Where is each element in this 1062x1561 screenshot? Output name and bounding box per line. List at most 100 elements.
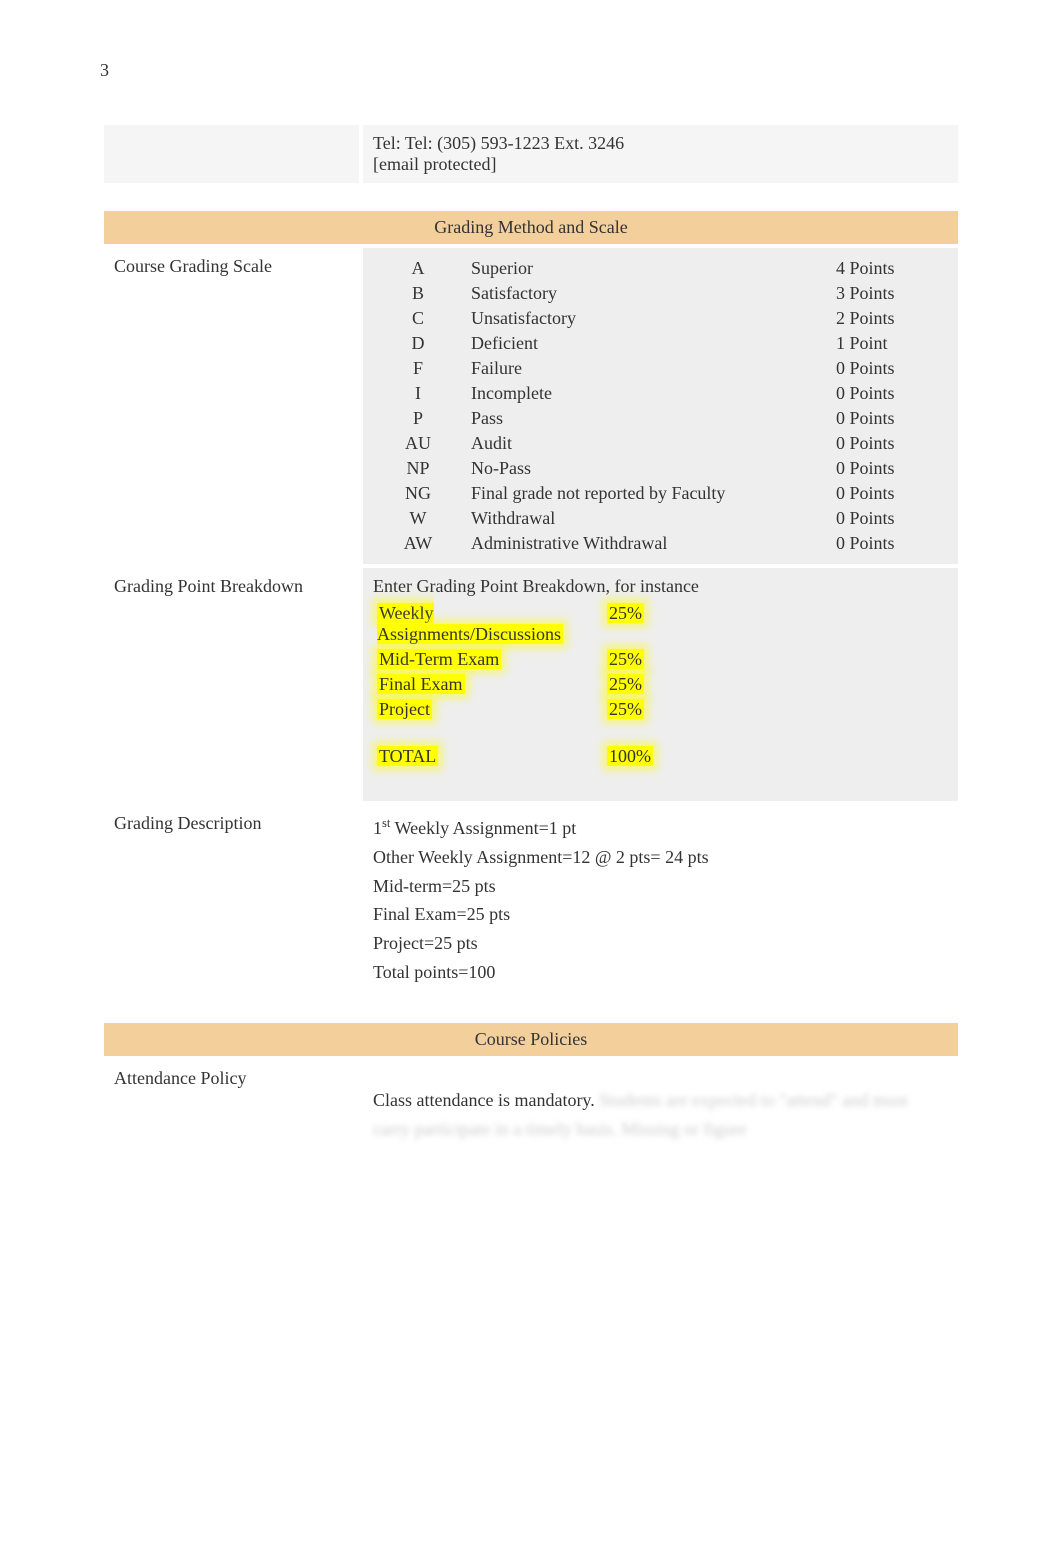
grading-description-cell: 1st Weekly Assignment=1 pt Other Weekly … [363,805,958,995]
breakdown-total-label: TOTAL [377,746,438,766]
breakdown-row: Project 25% [373,697,948,722]
grading-scale-code: F [373,356,463,381]
grading-scale-desc: Incomplete [463,381,828,406]
grading-point-breakdown-cell: Enter Grading Point Breakdown, for insta… [363,568,958,801]
breakdown-intro: Enter Grading Point Breakdown, for insta… [373,576,948,597]
contact-left-cell [104,125,359,183]
grading-scale-row: ASuperior4 Points [373,256,948,281]
grading-scale-points: 0 Points [828,356,948,381]
grading-description-label: Grading Description [104,805,359,995]
grading-scale-row: NPNo-Pass0 Points [373,456,948,481]
attendance-policy-label: Attendance Policy [104,1060,359,1152]
breakdown-value-cell: 25% [603,672,776,697]
breakdown-total-table: TOTAL 100% [373,744,948,769]
grading-scale-code: C [373,306,463,331]
grading-scale-row: AUAudit0 Points [373,431,948,456]
grading-scale-desc: Deficient [463,331,828,356]
contact-right-cell: Tel: Tel: (305) 593-1223 Ext. 3246 [emai… [363,125,958,183]
grading-scale-points: 0 Points [828,381,948,406]
breakdown-label-cell: Mid-Term Exam [373,647,603,672]
attendance-text: Class attendance is mandatory. [373,1090,599,1110]
grading-scale-row: IIncomplete0 Points [373,381,948,406]
grading-scale-points: 0 Points [828,481,948,506]
breakdown-value-text: 25% [607,649,644,669]
attendance-policy-cell: Class attendance is mandatory. Students … [363,1060,958,1152]
grading-scale-inner-table: ASuperior4 PointsBSatisfactory3 PointsCU… [373,256,948,556]
grading-scale-desc: Pass [463,406,828,431]
grading-scale-desc: Superior [463,256,828,281]
grading-desc-line5: Project=25 pts [373,929,948,958]
grading-scale-code: I [373,381,463,406]
grading-scale-desc: No-Pass [463,456,828,481]
grading-desc-line2: Other Weekly Assignment=12 @ 2 pts= 24 p… [373,843,948,872]
breakdown-label-text: Weekly Assignments/Discussions [377,603,563,644]
grading-scale-points: 0 Points [828,456,948,481]
contact-table: Tel: Tel: (305) 593-1223 Ext. 3246 [emai… [100,121,962,187]
breakdown-row: Mid-Term Exam 25% [373,647,948,672]
breakdown-value-text: 25% [607,699,644,719]
breakdown-total-value: 100% [607,746,653,766]
grading-scale-points: 4 Points [828,256,948,281]
grading-desc-line1: 1st Weekly Assignment=1 pt [373,813,948,843]
breakdown-total-value-cell: 100% [603,744,776,769]
grading-method-header: Grading Method and Scale [104,211,958,244]
grading-scale-desc: Audit [463,431,828,456]
breakdown-label-text: Mid-Term Exam [377,649,501,669]
breakdown-value-cell: 25% [603,647,776,672]
breakdown-value-cell: 25% [603,601,776,647]
grading-desc-line3: Mid-term=25 pts [373,872,948,901]
grading-scale-row: CUnsatisfactory2 Points [373,306,948,331]
grading-scale-desc: Unsatisfactory [463,306,828,331]
grading-scale-points: 0 Points [828,431,948,456]
grading-scale-desc: Withdrawal [463,506,828,531]
grading-scale-code: A [373,256,463,281]
breakdown-value-text: 25% [607,603,644,623]
grading-scale-points: 0 Points [828,531,948,556]
breakdown-inner-table: Weekly Assignments/Discussions25%Mid-Ter… [373,601,948,722]
grading-scale-row: FFailure0 Points [373,356,948,381]
page-number: 3 [100,60,962,81]
grading-scale-points: 1 Point [828,331,948,356]
grading-scale-cell: ASuperior4 PointsBSatisfactory3 PointsCU… [363,248,958,564]
contact-tel: Tel: Tel: (305) 593-1223 Ext. 3246 [373,133,948,154]
grading-scale-row: WWithdrawal0 Points [373,506,948,531]
breakdown-label-cell: Final Exam [373,672,603,697]
grading-scale-code: D [373,331,463,356]
breakdown-label-cell: Project [373,697,603,722]
breakdown-row: Final Exam 25% [373,672,948,697]
grading-scale-code: AU [373,431,463,456]
grading-scale-desc: Failure [463,356,828,381]
grading-scale-code: AW [373,531,463,556]
breakdown-label-text: Final Exam [377,674,465,694]
course-policies-table: Course Policies Attendance Policy Class … [100,1019,962,1156]
grading-desc-line4: Final Exam=25 pts [373,900,948,929]
grading-scale-row: BSatisfactory3 Points [373,281,948,306]
grading-method-table: Grading Method and Scale Course Grading … [100,207,962,999]
grading-scale-code: P [373,406,463,431]
grading-scale-desc: Administrative Withdrawal [463,531,828,556]
grading-point-breakdown-label: Grading Point Breakdown [104,568,359,801]
grading-scale-points: 3 Points [828,281,948,306]
grading-scale-code: W [373,506,463,531]
breakdown-total-label-cell: TOTAL [373,744,603,769]
breakdown-value-text: 25% [607,674,644,694]
breakdown-row: Weekly Assignments/Discussions 25% [373,601,948,647]
grading-scale-code: NP [373,456,463,481]
breakdown-label-cell: Weekly Assignments/Discussions [373,601,603,647]
grading-scale-desc: Satisfactory [463,281,828,306]
grading-scale-points: 2 Points [828,306,948,331]
grading-desc-line6: Total points=100 [373,958,948,987]
breakdown-label-text: Project [377,699,432,719]
grading-scale-row: AWAdministrative Withdrawal0 Points [373,531,948,556]
grading-scale-code: NG [373,481,463,506]
contact-email: [email protected] [373,154,948,175]
grading-scale-row: NGFinal grade not reported by Faculty0 P… [373,481,948,506]
course-policies-header: Course Policies [104,1023,958,1056]
breakdown-value-cell: 25% [603,697,776,722]
grading-scale-row: DDeficient1 Point [373,331,948,356]
grading-scale-code: B [373,281,463,306]
grading-scale-points: 0 Points [828,406,948,431]
grading-scale-row: PPass0 Points [373,406,948,431]
grading-scale-desc: Final grade not reported by Faculty [463,481,828,506]
grading-scale-points: 0 Points [828,506,948,531]
